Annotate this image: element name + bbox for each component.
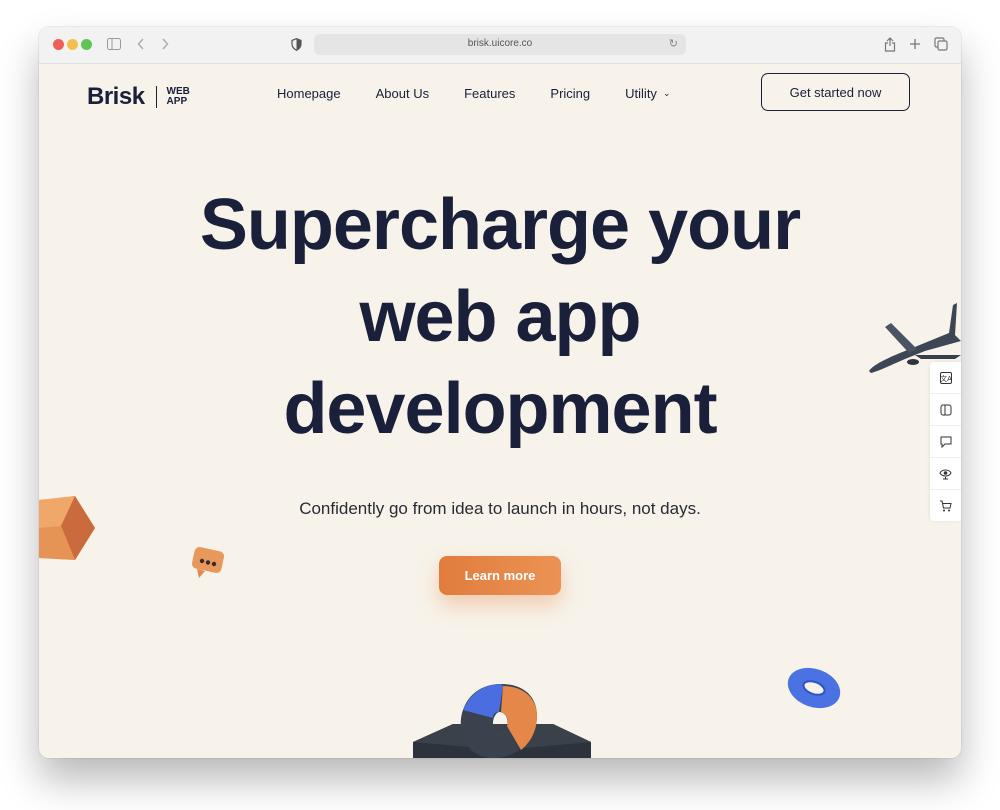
cart-icon [940,500,952,511]
url-text: brisk.uicore.co [467,38,533,49]
side-tool-docs[interactable] [930,394,961,426]
side-tool-cart[interactable] [930,490,961,521]
shield-icon[interactable] [291,35,302,53]
maximize-window-button[interactable] [81,39,92,50]
translate-icon: 文A [939,371,952,384]
side-tool-translate[interactable]: 文A [930,362,961,394]
address-bar[interactable]: brisk.uicore.co ↻ [314,34,686,55]
svg-text:文A: 文A [940,374,952,383]
landing-page: Brisk WEB APP Homepage About Us Features… [39,64,961,758]
tabs-icon[interactable] [934,35,948,53]
reload-icon[interactable]: ↻ [669,37,678,50]
forward-icon[interactable] [161,35,169,53]
nav-homepage[interactable]: Homepage [277,86,341,101]
donut-pedestal-decoration-icon [413,684,591,758]
nav-utility[interactable]: Utility ⌄ [625,86,670,101]
chat-bubble-decoration-icon [191,547,225,578]
chat-icon [940,436,951,448]
brand-logo[interactable]: Brisk WEB APP [87,83,190,111]
side-toolbar: 文A [930,362,961,521]
headline-line-3: development [283,369,717,449]
logo-sub-line2: APP [166,96,188,107]
share-icon[interactable] [884,35,896,53]
close-window-button[interactable] [53,39,64,50]
logo-divider [155,86,157,108]
hero-headline: Supercharge your web app development [39,179,961,455]
headline-line-2: web app [359,277,641,357]
browser-window: brisk.uicore.co ↻ Brisk WEB APP Homepage… [39,27,961,758]
nav-about-us[interactable]: About Us [376,86,429,101]
eye-icon [939,469,952,479]
torus-decoration-icon [787,667,841,709]
cube-decoration-icon [39,496,95,560]
nav-pricing[interactable]: Pricing [550,86,590,101]
hero-subtitle: Confidently go from idea to launch in ho… [299,499,701,518]
minimize-window-button[interactable] [67,39,78,50]
nav-utility-label: Utility [625,86,657,101]
get-started-button[interactable]: Get started now [761,73,910,111]
logo-subtitle: WEB APP [167,87,190,107]
headline-line-1: Supercharge your [199,185,801,265]
sidebar-icon[interactable] [107,35,121,53]
browser-toolbar: brisk.uicore.co ↻ [39,27,961,64]
book-icon [940,404,951,415]
side-tool-preview[interactable] [930,458,961,490]
learn-more-button[interactable]: Learn more [439,556,561,595]
chevron-down-icon: ⌄ [662,88,671,98]
main-nav: Homepage About Us Features Pricing Utili… [277,86,705,101]
new-tab-icon[interactable] [909,35,921,53]
back-icon[interactable] [137,35,145,53]
nav-features[interactable]: Features [464,86,515,101]
logo-wordmark: Brisk [87,83,145,110]
side-tool-chat[interactable] [930,426,961,458]
